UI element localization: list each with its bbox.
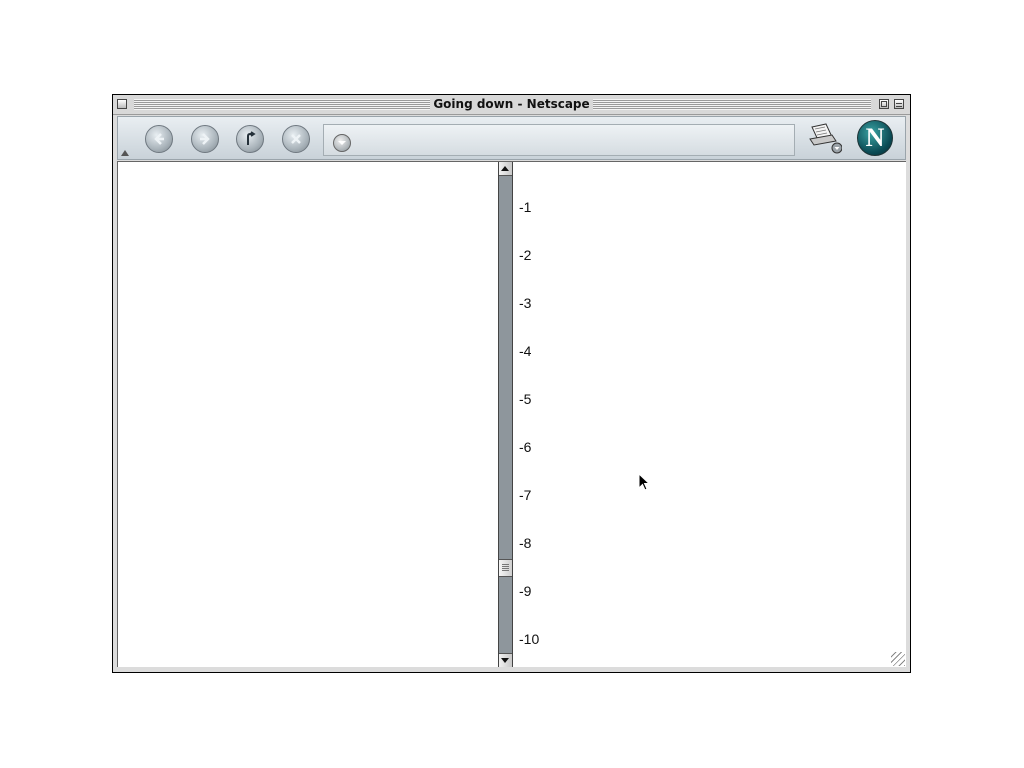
browser-window: Going down - Netscape N -1 -2 -3 -4 -5 -… [112,94,911,673]
chevron-down-icon[interactable] [333,134,351,152]
navigation-toolbar: N [117,116,906,160]
resize-grip-icon[interactable] [891,652,905,666]
list-item: -5 [519,391,532,407]
zoom-box-icon[interactable] [879,99,889,109]
print-button[interactable] [806,121,843,155]
stop-icon [291,134,301,144]
scroll-up-arrow[interactable] [499,162,512,176]
reload-icon [247,131,256,145]
list-item: -3 [519,295,532,311]
netscape-logo[interactable]: N [857,120,893,156]
title-stripes [134,99,438,110]
title-stripes [592,99,871,110]
right-frame: -1 -2 -3 -4 -5 -6 -7 -8 -9 -10 [513,162,906,667]
scroll-down-arrow[interactable] [499,653,512,667]
content-area: -1 -2 -3 -4 -5 -6 -7 -8 -9 -10 [117,161,906,667]
scroll-thumb[interactable] [499,559,512,577]
list-item: -10 [519,631,540,647]
list-item: -9 [519,583,532,599]
stop-button[interactable] [282,125,310,153]
reload-button[interactable] [236,125,264,153]
list-item: -1 [519,199,532,215]
mouse-pointer-icon [638,473,650,491]
list-item: -8 [519,535,532,551]
logo-letter: N [865,123,885,152]
window-title: Going down - Netscape [430,97,593,111]
left-frame [118,162,498,667]
number-list: -1 -2 -3 -4 -5 -6 -7 -8 -9 -10 [519,198,539,678]
title-bar[interactable]: Going down - Netscape [113,95,910,115]
forward-button[interactable] [191,125,219,153]
location-bar[interactable] [323,124,795,156]
back-button[interactable] [145,125,173,153]
back-arrow-icon [154,133,164,145]
list-item: -6 [519,439,532,455]
forward-arrow-icon [200,133,210,145]
vertical-scrollbar[interactable] [498,162,513,667]
windowshade-box-icon[interactable] [894,99,904,109]
list-item: -2 [519,247,532,263]
list-item: -7 [519,487,532,503]
toolbar-collapse-icon[interactable] [121,150,129,156]
close-box-icon[interactable] [117,99,127,109]
list-item: -4 [519,343,532,359]
print-icon [809,123,843,154]
